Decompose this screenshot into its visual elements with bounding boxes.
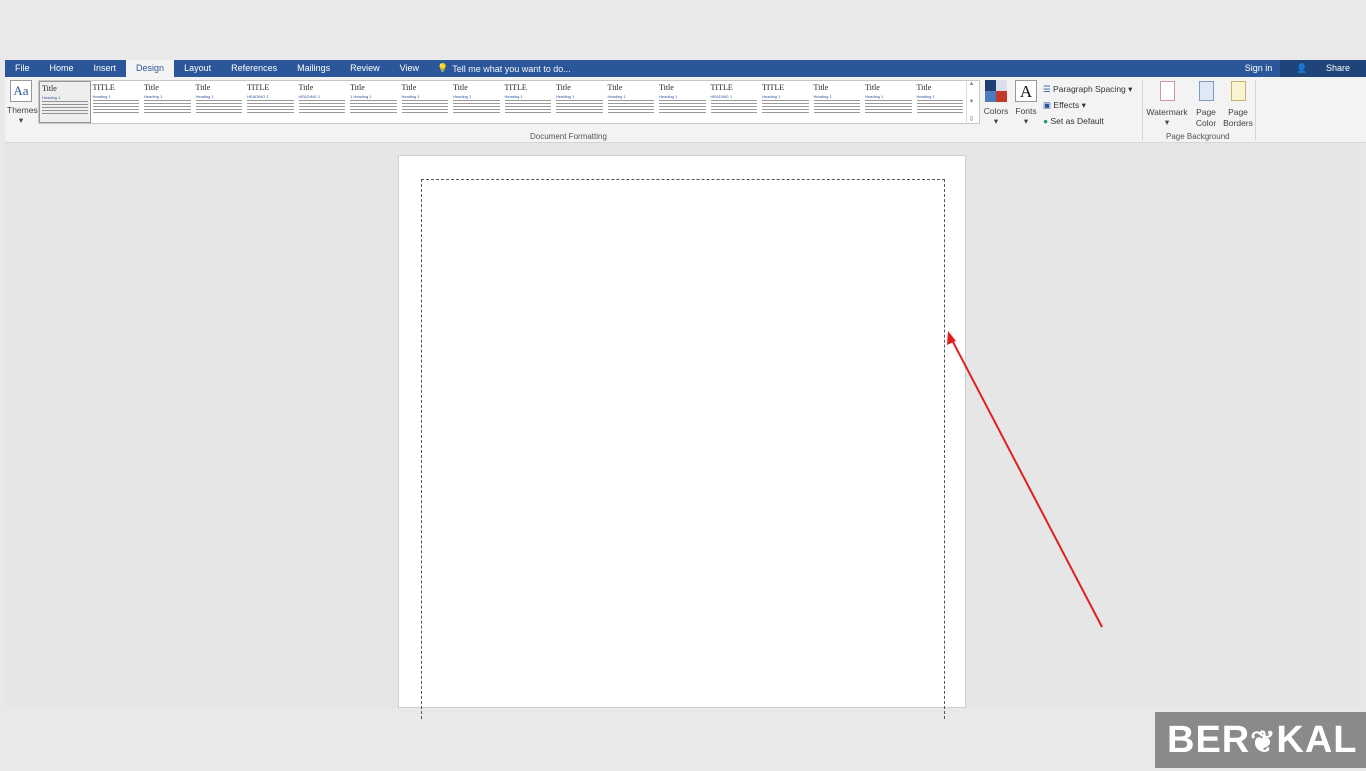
- annotation-arrow: [947, 331, 1103, 628]
- watermark-logo: BER❦KAL: [1155, 712, 1366, 768]
